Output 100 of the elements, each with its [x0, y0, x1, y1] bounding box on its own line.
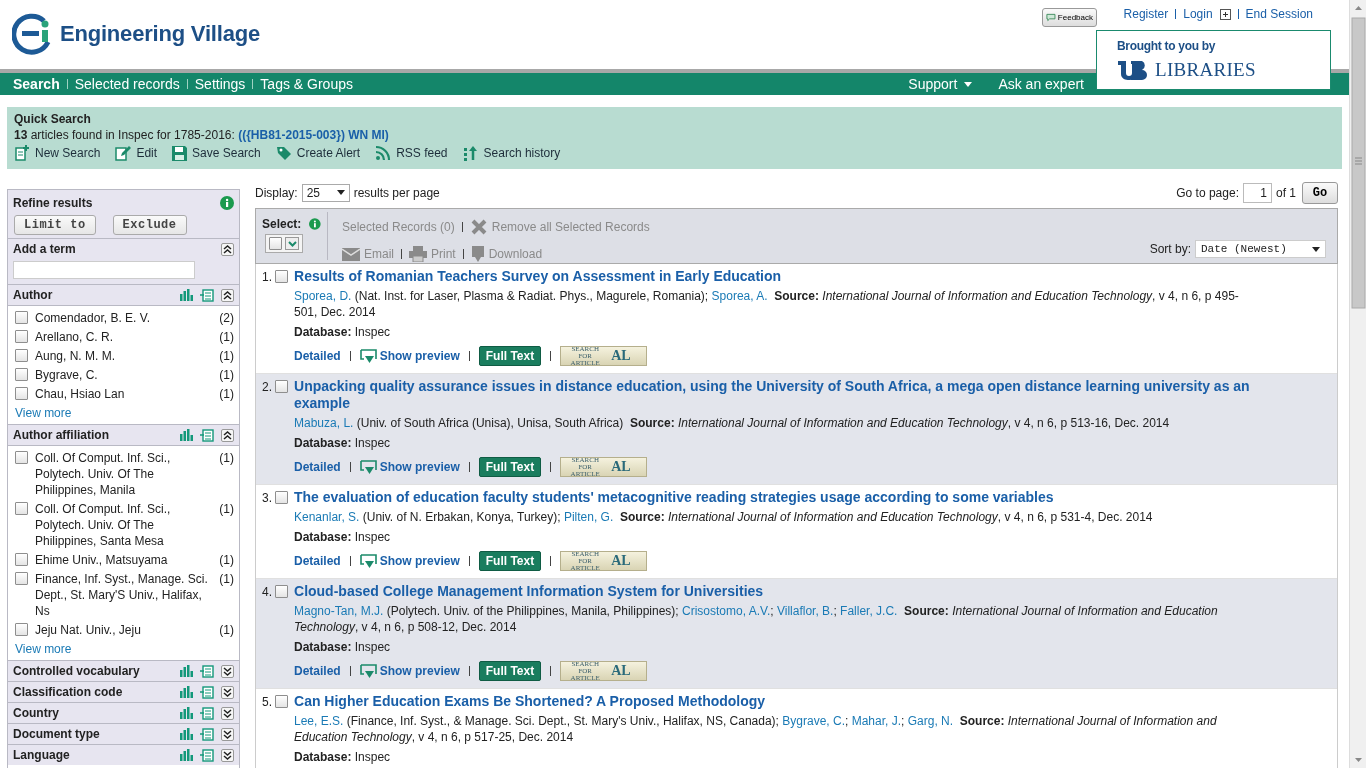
author-link[interactable]: Sporea, A. — [711, 289, 768, 303]
list-export-icon[interactable] — [200, 748, 214, 762]
filter-button[interactable]: Limit to — [14, 215, 96, 235]
detailed-link[interactable]: Detailed — [294, 349, 341, 363]
collapse-icon[interactable] — [221, 288, 234, 302]
checkbox[interactable] — [275, 695, 288, 708]
collapse-icon[interactable] — [221, 242, 234, 256]
view-more-link[interactable]: View more — [15, 641, 72, 658]
preview-icon[interactable] — [359, 348, 377, 364]
author-link[interactable]: Kenanlar, S. — [294, 510, 360, 524]
result-title-link[interactable]: The evaluation of education faculty students' metacognitive reading strategies usage according to some variables — [294, 489, 1054, 506]
search-action-link[interactable]: RSS feed — [375, 145, 448, 161]
pencil-icon[interactable] — [115, 145, 132, 161]
search-action-link[interactable]: Create Alert — [275, 145, 361, 161]
bar-chart-icon[interactable] — [179, 429, 193, 441]
checkbox[interactable] — [15, 623, 28, 636]
author-link[interactable]: Bygrave, C. — [782, 714, 845, 728]
expand-icon[interactable] — [221, 727, 234, 741]
list-export-icon[interactable] — [200, 727, 214, 741]
header-link[interactable]: End Session — [1245, 7, 1313, 21]
bar-chart-icon[interactable] — [179, 707, 193, 719]
author-link[interactable]: Faller, J.C. — [840, 604, 898, 618]
checkbox[interactable] — [275, 491, 288, 504]
nav-menu[interactable]: Support — [908, 76, 973, 92]
plus-icon[interactable] — [1219, 8, 1231, 20]
author-link[interactable]: Magno-Tan, M.J. — [294, 604, 384, 618]
full-text-button[interactable]: Full Text — [478, 346, 542, 366]
history-icon[interactable] — [462, 145, 479, 161]
tag-icon[interactable] — [275, 145, 292, 161]
list-export-icon[interactable] — [200, 664, 214, 678]
search-action-link[interactable]: Save Search — [172, 145, 261, 161]
save-icon[interactable] — [172, 145, 188, 161]
header-link[interactable]: Login — [1183, 7, 1213, 21]
select-all-control[interactable] — [265, 234, 303, 253]
view-more-link[interactable]: View more — [15, 405, 72, 422]
list-export-icon[interactable] — [200, 428, 214, 442]
bar-chart-icon[interactable] — [179, 728, 193, 740]
show-preview-link[interactable]: Show preview — [359, 348, 460, 364]
result-title-link[interactable]: Results of Romanian Teachers Survey on Assessment in Early Education — [294, 268, 782, 285]
rss-icon[interactable] — [375, 145, 392, 161]
checkbox[interactable] — [15, 553, 28, 566]
search-action-link[interactable]: New Search — [14, 145, 101, 161]
author-link[interactable]: Pilten, G. — [563, 510, 614, 524]
expand-icon[interactable] — [221, 706, 234, 720]
logo-text[interactable]: Engineering Village — [60, 21, 260, 47]
checkbox[interactable] — [15, 502, 28, 515]
per-page-dropdown[interactable]: 25 — [301, 183, 350, 202]
bar-chart-icon[interactable] — [179, 665, 193, 677]
sort-dropdown[interactable]: Date (Newest) — [1195, 240, 1326, 258]
header-link[interactable]: Register — [1123, 7, 1169, 21]
detailed-link[interactable]: Detailed — [294, 554, 341, 568]
nav-tab[interactable]: Selected records — [74, 76, 180, 92]
list-export-icon[interactable] — [200, 706, 214, 720]
checkbox[interactable] — [15, 572, 28, 585]
list-export-icon[interactable] — [200, 288, 214, 302]
show-preview-link[interactable]: Show preview — [359, 459, 460, 475]
result-title-link[interactable]: Unpacking quality assurance issues in distance education, using the University of South Africa, a mega open distance learning university as an example — [294, 378, 1262, 412]
full-text-button[interactable]: Full Text — [478, 551, 542, 571]
show-preview-link[interactable]: Show preview — [359, 553, 460, 569]
search-action-link[interactable]: Edit — [115, 145, 158, 161]
checkbox[interactable] — [275, 270, 288, 283]
term-input[interactable] — [13, 261, 195, 279]
info-icon[interactable] — [220, 196, 234, 210]
preview-icon[interactable] — [359, 553, 377, 569]
author-link[interactable]: Lee, E.S. — [294, 714, 344, 728]
filter-button[interactable]: Exclude — [112, 215, 187, 235]
author-link[interactable]: Garg, N. — [907, 714, 954, 728]
query-link[interactable]: (({HB81-2015-003}) WN MI) — [238, 128, 389, 142]
author-link[interactable]: Mahar, J. — [851, 714, 902, 728]
result-title-link[interactable]: Cloud-based College Management Information System for Universities — [294, 583, 764, 600]
full-text-button[interactable]: Full Text — [478, 661, 542, 681]
preview-icon[interactable] — [359, 663, 377, 679]
page-input[interactable]: 1 — [1243, 182, 1272, 203]
checkbox[interactable] — [269, 237, 282, 250]
checkbox[interactable] — [15, 368, 28, 381]
go-button[interactable]: Go — [1302, 181, 1338, 204]
checkbox[interactable] — [15, 387, 28, 400]
document-plus-icon[interactable] — [14, 145, 30, 161]
expand-icon[interactable] — [221, 685, 234, 699]
info-icon[interactable] — [309, 217, 321, 231]
bar-chart-icon[interactable] — [179, 749, 193, 761]
checkbox[interactable] — [275, 585, 288, 598]
author-link[interactable]: Mabuza, L. — [294, 416, 354, 430]
feedback-button[interactable]: Feedback — [1042, 8, 1097, 27]
checkbox[interactable] — [15, 349, 28, 362]
checkbox[interactable] — [15, 330, 28, 343]
search-action-link[interactable]: Search history — [462, 145, 561, 161]
full-text-button[interactable]: Full Text — [478, 457, 542, 477]
result-title-link[interactable]: Can Higher Education Exams Be Shortened? A Proposed Methodology — [294, 693, 766, 710]
checkbox[interactable] — [15, 311, 28, 324]
bar-chart-icon[interactable] — [179, 686, 193, 698]
bar-chart-icon[interactable] — [179, 289, 193, 301]
show-preview-link[interactable]: Show preview — [359, 663, 460, 679]
library-logo-icon[interactable] — [1117, 60, 1149, 80]
checkbox[interactable] — [15, 451, 28, 464]
nav-link[interactable]: Ask an expert — [998, 76, 1084, 92]
expand-icon[interactable] — [221, 748, 234, 762]
nav-tab[interactable]: Tags & Groups — [260, 76, 353, 92]
checkbox[interactable] — [275, 380, 288, 393]
preview-icon[interactable] — [359, 459, 377, 475]
